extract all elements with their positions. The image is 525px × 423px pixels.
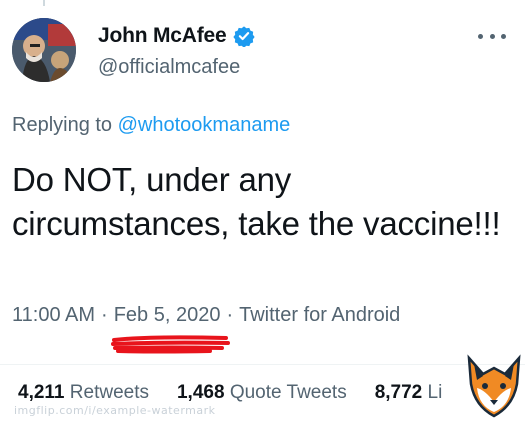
fox-logo-icon: [467, 354, 521, 418]
stats-divider: [0, 364, 525, 365]
replying-prefix: Replying to: [12, 114, 113, 136]
verified-badge-icon: [232, 25, 255, 48]
stat-label: Retweets: [69, 382, 149, 403]
stat-count: 4,211: [18, 382, 65, 403]
stat-label: Quote Tweets: [229, 382, 347, 403]
stat-count: 1,468: [176, 382, 225, 403]
display-name[interactable]: John McAfee: [98, 24, 227, 48]
name-row: John McAfee: [98, 24, 255, 48]
meta-separator: ·: [226, 304, 234, 326]
tweet-date[interactable]: Feb 5, 2020: [114, 304, 221, 326]
avatar[interactable]: [12, 18, 76, 82]
thread-connector-line: [43, 0, 45, 6]
tweet-time[interactable]: 11:00 AM: [12, 304, 95, 326]
user-handle[interactable]: @officialmcafee: [98, 56, 240, 79]
replying-to: Replying to @whotookmaname: [12, 114, 290, 137]
tweet-header: John McAfee @officialmcafee: [12, 18, 512, 98]
watermark-text: imgflip.com/i/example-watermark: [14, 404, 216, 417]
tweet-meta: 11:00 AM · Feb 5, 2020 · Twitter for Android: [12, 304, 400, 327]
stat-count: 8,772: [374, 382, 423, 403]
more-options-icon[interactable]: [478, 26, 506, 46]
tweet-card: John McAfee @officialmcafee Replying to …: [0, 0, 525, 423]
stat-label: Li: [427, 382, 443, 403]
red-underline-scribble: [111, 335, 230, 354]
stat-likes[interactable]: 8,772 Li: [375, 382, 443, 404]
tweet-text: Do NOT, under any circumstances, take th…: [12, 161, 501, 242]
stat-retweets[interactable]: 4,211 Retweets: [18, 382, 149, 404]
meta-separator: ·: [101, 304, 108, 326]
replying-mention-link[interactable]: @whotookmaname: [118, 114, 291, 136]
engagement-stats: 4,211 Retweets 1,468 Quote Tweets 8,772 …: [18, 382, 470, 404]
stat-quote-tweets[interactable]: 1,468 Quote Tweets: [177, 382, 347, 404]
tweet-source[interactable]: Twitter for Android: [239, 304, 400, 326]
